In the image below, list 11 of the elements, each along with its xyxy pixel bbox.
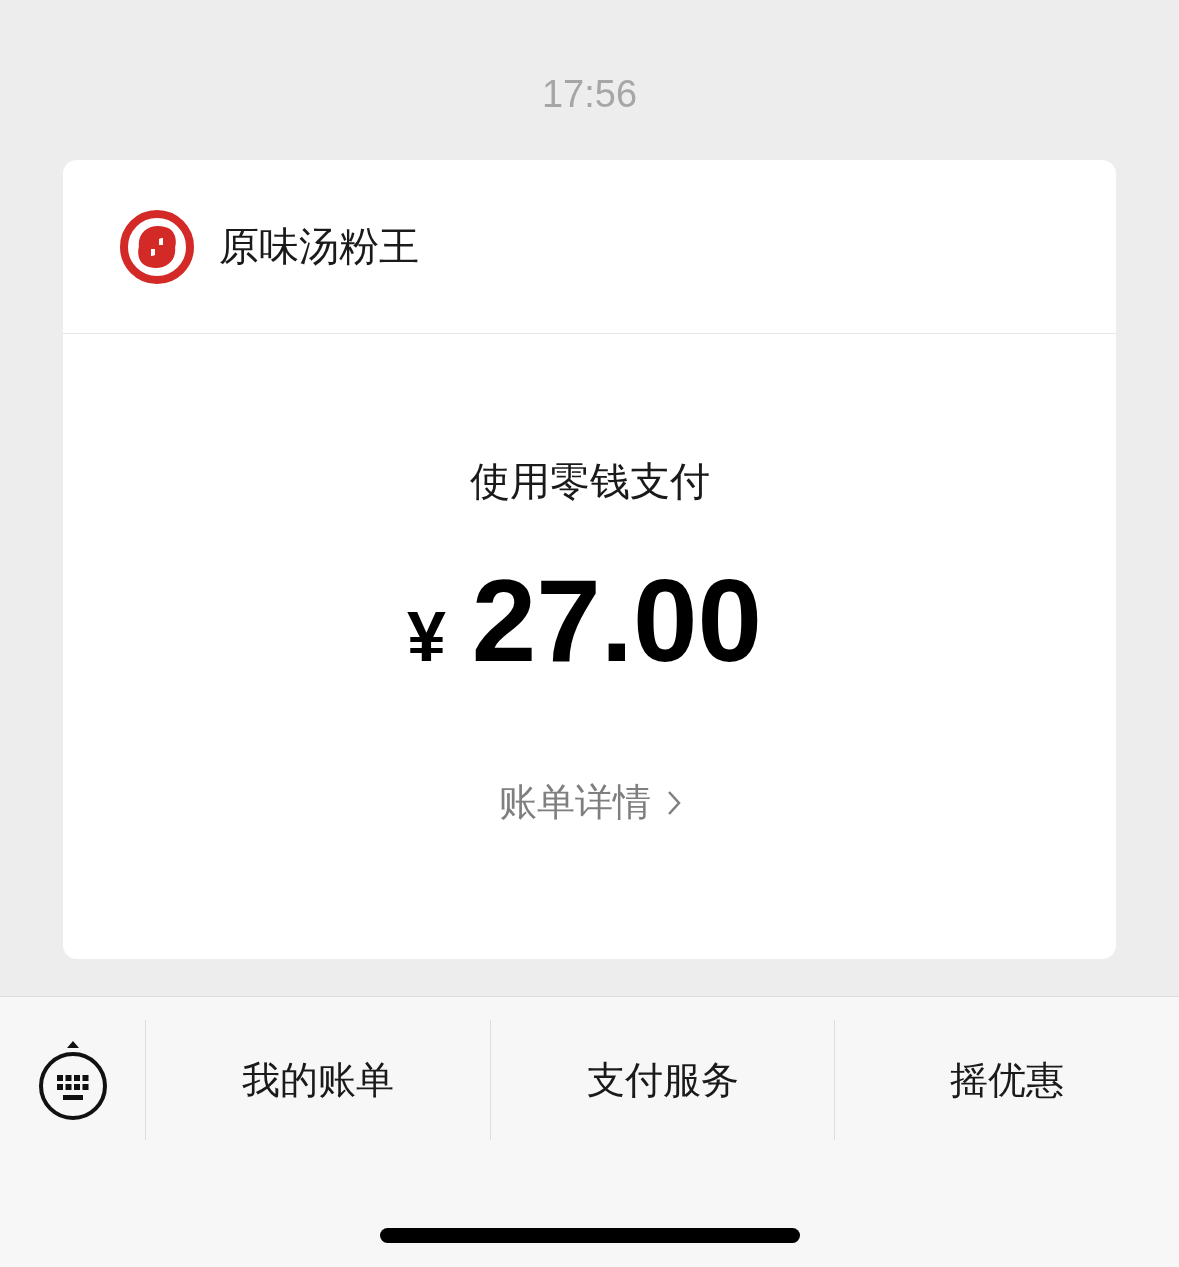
amount: 27.00 <box>471 561 763 681</box>
payment-method: 使用零钱支付 <box>469 457 710 506</box>
currency-symbol: ¥ <box>406 597 446 677</box>
bill-details-link[interactable]: 账单详情 <box>498 777 681 828</box>
timestamp: 17:56 <box>541 72 638 117</box>
menu-item[interactable]: 支付服务 <box>489 1020 835 1140</box>
merchant-name: 原味汤粉王 <box>219 222 419 271</box>
merchant-logo-icon <box>119 208 195 285</box>
menu-item[interactable]: 我的账单 <box>145 1020 490 1140</box>
menu-item[interactable]: 摇优惠 <box>834 1020 1179 1140</box>
chevron-right-icon <box>666 789 681 816</box>
